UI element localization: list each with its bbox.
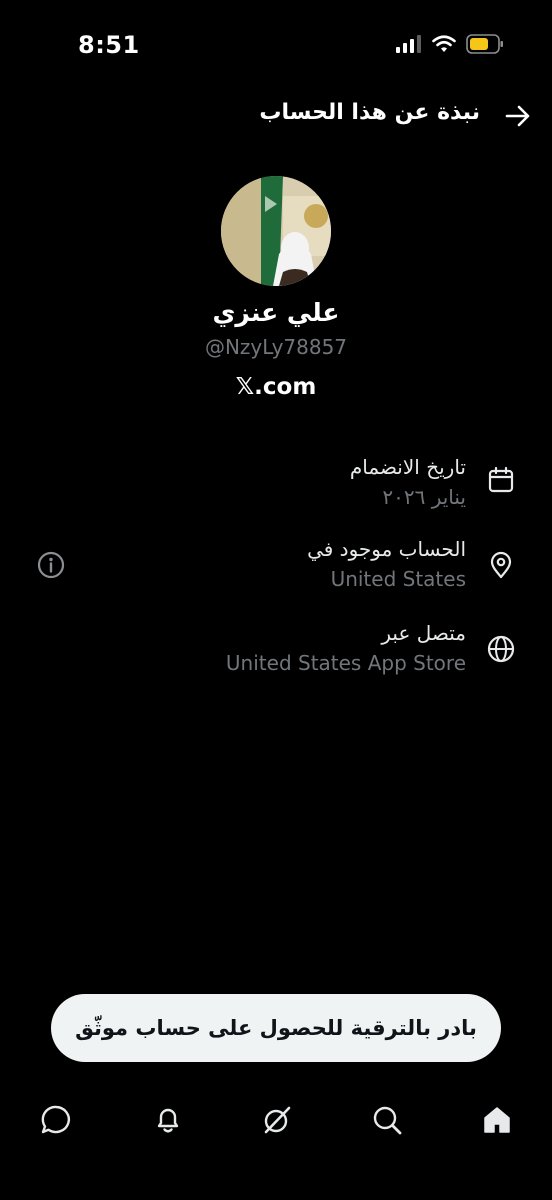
signal-icon (396, 35, 421, 53)
bell-icon (157, 1108, 179, 1133)
connected-row: متصل عبر United States App Store (0, 616, 552, 686)
connected-value: United States App Store (225, 651, 466, 675)
upgrade-button[interactable]: بادر بالترقية للحصول على حساب موثّق (51, 994, 501, 1062)
chat-icon (41, 1105, 71, 1134)
status-bar: 8:51 (0, 0, 552, 90)
avatar[interactable] (221, 176, 331, 286)
website-link[interactable]: 𝕏.com (0, 374, 552, 400)
tab-search[interactable] (369, 1102, 405, 1138)
upgrade-label: بادر بالترقية للحصول على حساب موثّق (75, 1016, 477, 1040)
page-title: نبذة عن هذا الحساب (259, 100, 480, 125)
tab-bar (0, 1090, 552, 1150)
header: نبذة عن هذا الحساب (0, 92, 552, 140)
display-name: علي عنزي (212, 298, 340, 327)
location-label: الحساب موجود في (307, 537, 466, 561)
connected-text: متصل عبر United States App Store (226, 618, 466, 678)
tab-grok[interactable] (259, 1102, 295, 1138)
location-value: United States (330, 567, 466, 591)
joined-value: يناير ٢٠٢٦ (382, 485, 466, 509)
globe-icon (486, 634, 516, 664)
calendar-icon (486, 465, 516, 495)
status-icons (396, 34, 504, 54)
back-button[interactable] (498, 96, 538, 136)
battery-icon (466, 34, 503, 54)
location-row: الحساب موجود في United States (0, 532, 552, 602)
location-pin-icon (486, 550, 516, 580)
handle: @NzyLy78857 (204, 335, 348, 359)
tab-notifications[interactable] (150, 1102, 186, 1138)
avatar-photo (221, 176, 331, 286)
home-icon (484, 1107, 510, 1133)
info-circle-icon[interactable] (36, 550, 66, 580)
tab-home[interactable] (479, 1102, 515, 1138)
joined-row: تاريخ الانضمام يناير ٢٠٢٦ (0, 448, 552, 518)
location-text: الحساب موجود في United States (307, 534, 466, 594)
arrow-right-icon (505, 105, 530, 127)
wifi-icon (432, 35, 456, 52)
connected-label: متصل عبر (381, 621, 466, 645)
joined-label: تاريخ الانضمام (349, 455, 466, 479)
search-icon (373, 1106, 402, 1135)
joined-text: تاريخ الانضمام يناير ٢٠٢٦ (350, 452, 466, 512)
grok-icon (264, 1106, 291, 1134)
status-time: 8:51 (78, 31, 140, 59)
tab-messages[interactable] (38, 1102, 74, 1138)
